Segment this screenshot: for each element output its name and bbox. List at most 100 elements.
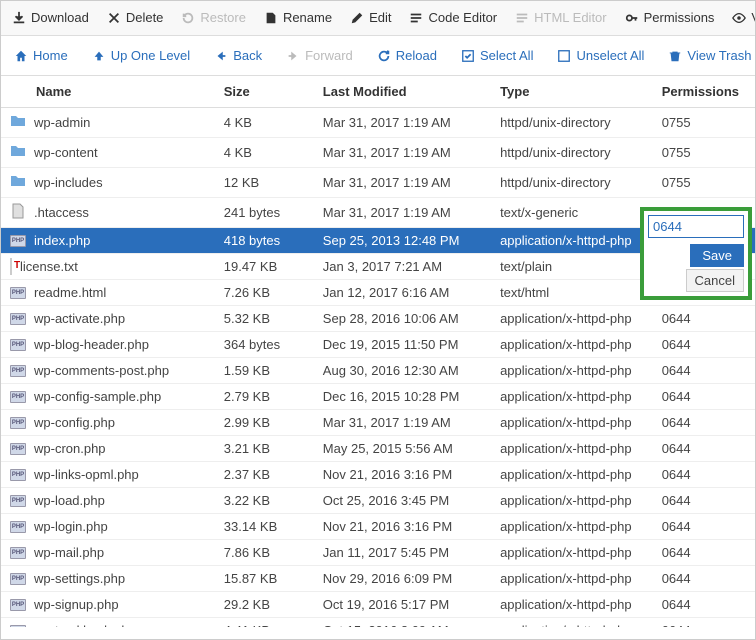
- header-permissions[interactable]: Permissions: [652, 76, 756, 108]
- file-name: wp-config-sample.php: [34, 389, 161, 404]
- file-modified: Nov 21, 2016 3:16 PM: [313, 462, 490, 488]
- file-name: .htaccess: [34, 205, 89, 220]
- file-type: httpd/unix-directory: [490, 108, 652, 138]
- php-icon: PHP: [10, 339, 26, 351]
- php-icon: PHP: [10, 521, 26, 533]
- php-icon: PHP: [10, 469, 26, 481]
- file-permissions: 0644: [652, 488, 756, 514]
- table-row[interactable]: PHPwp-trackback.php4.41 KBOct 15, 2016 8…: [0, 618, 756, 628]
- up-one-level-button[interactable]: Up One Level: [82, 44, 201, 67]
- header-name[interactable]: Name: [0, 76, 214, 108]
- file-name: wp-links-opml.php: [34, 467, 139, 482]
- table-row[interactable]: PHP wp-cron.php 3.21 KBMay 25, 2015 5:56 A…: [0, 436, 756, 462]
- table-header-row: Name Size Last Modified Type Permissions: [0, 76, 756, 108]
- file-name: wp-content: [34, 145, 98, 160]
- file-modified: Jan 11, 2017 5:45 PM: [313, 540, 490, 566]
- php-icon: PHP: [10, 365, 26, 377]
- table-row[interactable]: PHPwp-mail.php7.86 KBJan 11, 2017 5:45 P…: [0, 540, 756, 566]
- table-row[interactable]: PHPwp-signup.php29.2 KBOct 19, 2016 5:17…: [0, 592, 756, 618]
- file-permissions: 0644: [652, 306, 756, 332]
- php-icon: PHP: [10, 391, 26, 403]
- table-row[interactable]: PHPwp-config-sample.php2.79 KBDec 16, 20…: [0, 384, 756, 410]
- file-permissions: 0644: [652, 436, 756, 462]
- download-button[interactable]: Download: [4, 6, 97, 29]
- file-size: 4.41 KB: [214, 618, 313, 628]
- header-modified[interactable]: Last Modified: [313, 76, 490, 108]
- table-row[interactable]: PHPwp-comments-post.php1.59 KBAug 30, 20…: [0, 358, 756, 384]
- table-row[interactable]: wp-admin4 KBMar 31, 2017 1:19 AMhttpd/un…: [0, 108, 756, 138]
- table-row[interactable]: PHPwp-load.php3.22 KBOct 25, 2016 3:45 P…: [0, 488, 756, 514]
- file-modified: Aug 30, 2016 12:30 AM: [313, 358, 490, 384]
- file-size: 19.47 KB: [214, 254, 313, 280]
- view-button-partial[interactable]: V: [724, 6, 756, 29]
- table-row[interactable]: wp-content4 KBMar 31, 2017 1:19 AMhttpd/…: [0, 138, 756, 168]
- header-type[interactable]: Type: [490, 76, 652, 108]
- file-name: wp-comments-post.php: [34, 363, 169, 378]
- file-table-container[interactable]: Name Size Last Modified Type Permissions…: [0, 76, 756, 627]
- rename-icon: [264, 11, 278, 25]
- file-type: application/x-httpd-php: [490, 592, 652, 618]
- file-size: 4 KB: [214, 108, 313, 138]
- file-name: readme.html: [34, 285, 106, 300]
- file-name: wp-cron.php: [34, 441, 106, 456]
- file-modified: Oct 25, 2016 3:45 PM: [313, 488, 490, 514]
- table-row[interactable]: wp-includes12 KBMar 31, 2017 1:19 AMhttp…: [0, 168, 756, 198]
- delete-button[interactable]: Delete: [99, 6, 172, 29]
- file-modified: Mar 31, 2017 1:19 AM: [313, 168, 490, 198]
- table-row[interactable]: PHPwp-settings.php15.87 KBNov 29, 2016 6…: [0, 566, 756, 592]
- code-editor-button[interactable]: Code Editor: [401, 6, 505, 29]
- file-type: application/x-httpd-php: [490, 384, 652, 410]
- file-permissions: 0644: [652, 384, 756, 410]
- home-button[interactable]: Home: [4, 44, 78, 67]
- file-type: application/x-httpd-php: [490, 436, 652, 462]
- file-size: 3.21 KB: [214, 436, 313, 462]
- eye-icon: [732, 11, 746, 25]
- header-size[interactable]: Size: [214, 76, 313, 108]
- file-size: 5.32 KB: [214, 306, 313, 332]
- file-size: 241 bytes: [214, 198, 313, 228]
- home-icon: [14, 49, 28, 63]
- trash-icon: [668, 49, 682, 63]
- file-modified: Sep 25, 2013 12:48 PM: [313, 228, 490, 254]
- file-type: application/x-httpd-php: [490, 514, 652, 540]
- file-modified: Mar 31, 2017 1:19 AM: [313, 198, 490, 228]
- table-row[interactable]: PHPwp-activate.php5.32 KBSep 28, 2016 10…: [0, 306, 756, 332]
- restore-button: Restore: [173, 6, 254, 29]
- file-size: 364 bytes: [214, 332, 313, 358]
- forward-icon: [286, 49, 300, 63]
- file-modified: Dec 16, 2015 10:28 PM: [313, 384, 490, 410]
- back-button[interactable]: Back: [204, 44, 272, 67]
- permissions-button[interactable]: Permissions: [617, 6, 723, 29]
- file-modified: May 25, 2015 5:56 AM: [313, 436, 490, 462]
- restore-icon: [181, 11, 195, 25]
- select-all-button[interactable]: Select All: [451, 44, 543, 67]
- reload-button[interactable]: Reload: [367, 44, 447, 67]
- file-name: wp-mail.php: [34, 545, 104, 560]
- save-button[interactable]: Save: [690, 244, 744, 267]
- table-row[interactable]: PHPwp-login.php33.14 KBNov 21, 2016 3:16…: [0, 514, 756, 540]
- folder-icon: [10, 143, 26, 162]
- file-modified: Dec 19, 2015 11:50 PM: [313, 332, 490, 358]
- table-row[interactable]: PHPwp-links-opml.php2.37 KBNov 21, 2016 …: [0, 462, 756, 488]
- table-row[interactable]: PHPwp-blog-header.php364 bytesDec 19, 20…: [0, 332, 756, 358]
- php-icon: PHP: [10, 443, 26, 455]
- file-name: wp-includes: [34, 175, 103, 190]
- file-type: application/x-httpd-php: [490, 488, 652, 514]
- view-trash-button[interactable]: View Trash: [658, 44, 756, 67]
- unselect-all-icon: [557, 49, 571, 63]
- permissions-input[interactable]: [648, 215, 744, 238]
- file-size: 33.14 KB: [214, 514, 313, 540]
- file-permissions: 0644: [652, 566, 756, 592]
- unselect-all-button[interactable]: Unselect All: [547, 44, 654, 67]
- rename-button[interactable]: Rename: [256, 6, 340, 29]
- folder-icon: [10, 173, 26, 192]
- php-icon: PHP: [10, 547, 26, 559]
- delete-icon: [107, 11, 121, 25]
- cancel-button[interactable]: Cancel: [686, 269, 744, 292]
- file-type: application/x-httpd-php: [490, 358, 652, 384]
- file-permissions: 0644: [652, 540, 756, 566]
- file-type: application/x-httpd-php: [490, 540, 652, 566]
- file-modified: Nov 21, 2016 3:16 PM: [313, 514, 490, 540]
- edit-button[interactable]: Edit: [342, 6, 399, 29]
- table-row[interactable]: PHPwp-config.php2.99 KBMar 31, 2017 1:19…: [0, 410, 756, 436]
